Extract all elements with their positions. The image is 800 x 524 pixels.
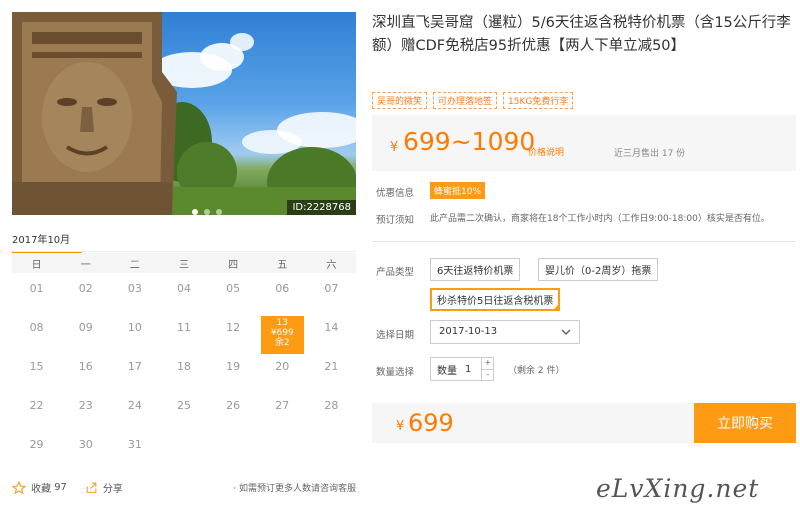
- footer-actions: 收藏 97 分享 · 如需预订更多人数请咨询客服: [12, 480, 356, 495]
- notice-label: 预订须知: [376, 215, 415, 226]
- calendar-day[interactable]: 11: [159, 316, 208, 355]
- remaining-stock: （剩余 2 件）: [508, 366, 565, 376]
- calendar-day[interactable]: 23: [61, 394, 110, 433]
- quantity-label: 数量选择: [376, 367, 415, 378]
- calendar-day[interactable]: 24: [110, 394, 159, 433]
- carousel-dot[interactable]: [192, 209, 198, 215]
- calendar-day[interactable]: 07: [307, 277, 356, 316]
- day-price: ¥699: [270, 328, 294, 338]
- discount-badge: 蜂蜜抵10%: [430, 182, 486, 199]
- calendar-day[interactable]: 27: [258, 394, 307, 433]
- weekday-label: 二: [129, 259, 140, 271]
- calendar-day[interactable]: 10: [110, 316, 159, 355]
- product-type-option[interactable]: 6天往返特价机票: [430, 258, 521, 281]
- share-button[interactable]: 分享: [85, 480, 123, 495]
- currency-symbol: ¥: [396, 419, 405, 434]
- star-icon[interactable]: [12, 480, 26, 495]
- calendar-day[interactable]: 01: [12, 277, 61, 316]
- carousel-dot[interactable]: [204, 209, 210, 215]
- increment-button[interactable]: +: [482, 358, 493, 369]
- product-type-label: 产品类型: [376, 267, 415, 278]
- product-tag: 吴哥的微笑: [372, 92, 428, 109]
- divider: [372, 241, 796, 242]
- share-icon: [86, 482, 97, 493]
- calendar-day[interactable]: 19: [209, 355, 258, 394]
- calendar-day[interactable]: 02: [61, 277, 110, 316]
- calendar-day[interactable]: 03: [110, 277, 159, 316]
- quantity-stepper[interactable]: 数量 1 + -: [430, 357, 495, 381]
- consult-note: · 如需预订更多人数请咨询客服: [233, 484, 356, 494]
- calendar: 日一二三四五六 01 02 03 04 05 06 07 08 09 10 11 12 13 ¥699 余2…: [12, 253, 356, 472]
- product-tag: 15KG免费行李: [503, 92, 574, 109]
- decrement-button[interactable]: -: [482, 369, 494, 380]
- product-tags: 吴哥的微笑 可办理落地签 15KG免费行李: [372, 92, 574, 109]
- calendar-day[interactable]: 17: [110, 355, 159, 394]
- favorite-label[interactable]: 收藏: [31, 480, 51, 495]
- total-price: 699: [408, 409, 454, 437]
- favorite-count: 97: [54, 482, 67, 493]
- carousel-dot[interactable]: [216, 209, 222, 215]
- calendar-day[interactable]: 15: [12, 355, 61, 394]
- product-tag: 可办理落地签: [433, 92, 498, 109]
- weekday-label: 四: [228, 259, 239, 271]
- product-type-option-selected[interactable]: 秒杀特价5日往返含税机票: [430, 288, 561, 311]
- discount-label: 优惠信息: [376, 188, 415, 199]
- date-value: 2017-10-13: [439, 326, 498, 337]
- site-watermark: eLvXing.net: [596, 474, 760, 503]
- calendar-day[interactable]: 05: [209, 277, 258, 316]
- currency-symbol: ¥: [390, 140, 399, 155]
- share-label: 分享: [102, 484, 123, 495]
- calendar-day[interactable]: 06: [258, 277, 307, 316]
- quantity-field-label: 数量: [437, 365, 457, 377]
- weekday-label: 日: [31, 259, 42, 271]
- calendar-day[interactable]: 18: [159, 355, 208, 394]
- date-label: 选择日期: [376, 330, 415, 341]
- date-select[interactable]: 2017-10-13: [430, 320, 580, 344]
- calendar-day[interactable]: 12: [209, 316, 258, 355]
- calendar-day[interactable]: 14: [307, 316, 356, 355]
- calendar-day-selected[interactable]: 13 ¥699 余2: [260, 316, 304, 354]
- photo-carousel-dots[interactable]: [192, 209, 222, 215]
- price-note-link[interactable]: 价格说明: [528, 145, 564, 158]
- angkor-temple-image: [12, 12, 356, 215]
- quantity-steps: + -: [481, 358, 494, 380]
- weekday-label: 六: [326, 259, 337, 271]
- calendar-day[interactable]: 20: [258, 355, 307, 394]
- weekday-label: 五: [277, 259, 288, 271]
- price-box: ¥ 699~1090 价格说明 近三月售出 17 份: [372, 115, 796, 171]
- notice-text: 此产品需二次确认，商家将在18个工作小时内（工作日9:00-18:00）核实是否…: [430, 214, 770, 224]
- calendar-day[interactable]: 16: [61, 355, 110, 394]
- photo-id-label: ID:2228768: [287, 200, 356, 215]
- calendar-day[interactable]: 25: [159, 394, 208, 433]
- calendar-day[interactable]: 31: [110, 433, 159, 472]
- product-title: 深圳直飞吴哥窟（暹粒）5/6天往返含税特价机票（含15公斤行李额）赠CDF免税店…: [372, 15, 791, 54]
- product-photo[interactable]: ID:2228768: [12, 12, 356, 215]
- calendar-grid: 01 02 03 04 05 06 07 08 09 10 11 12 13 ¥699 余2 14 15 16 17…: [12, 273, 356, 472]
- product-type-option[interactable]: 婴儿价（0-2周岁）拖票: [538, 258, 659, 281]
- weekday-label: 一: [80, 259, 91, 271]
- calendar-day[interactable]: 08: [12, 316, 61, 355]
- calendar-day[interactable]: 26: [209, 394, 258, 433]
- day-number: 13: [276, 318, 288, 328]
- chevron-down-icon: [561, 329, 571, 336]
- calendar-day[interactable]: 29: [12, 433, 61, 472]
- calendar-day[interactable]: 30: [61, 433, 110, 472]
- quantity-value[interactable]: 1: [461, 364, 481, 375]
- buy-now-button[interactable]: 立即购买: [694, 403, 796, 443]
- calendar-weekday-header: 日一二三四五六: [12, 253, 356, 273]
- weekday-label: 三: [178, 259, 189, 271]
- calendar-day[interactable]: 22: [12, 394, 61, 433]
- calendar-day[interactable]: 28: [307, 394, 356, 433]
- price-range: 699~1090: [403, 127, 536, 156]
- calendar-day[interactable]: 04: [159, 277, 208, 316]
- sold-count: 近三月售出 17 份: [614, 149, 686, 159]
- calendar-day[interactable]: 21: [307, 355, 356, 394]
- calendar-day[interactable]: 09: [61, 316, 110, 355]
- divider: [12, 251, 356, 252]
- day-remaining: 余2: [274, 338, 290, 348]
